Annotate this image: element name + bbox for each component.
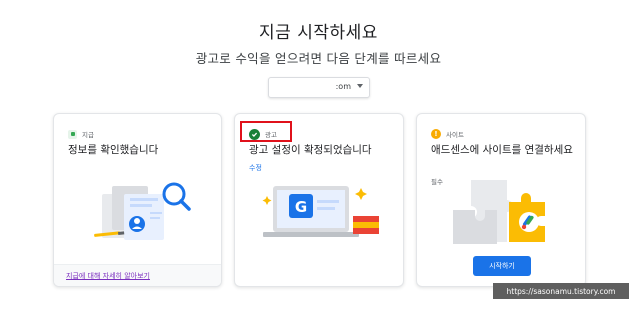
card-title: 광고 설정이 확정되었습니다 [249, 144, 372, 156]
start-site-button[interactable]: 시작하기 [473, 256, 531, 276]
site-step-card: ! 사이트 애드센스에 사이트를 연결하세요 필수 시작하기 [416, 113, 586, 287]
payment-illustration [94, 182, 191, 240]
required-label: 필수 [431, 178, 443, 186]
step-label: 지급 [82, 131, 94, 139]
page-subtitle: 광고로 수익을 얻으려면 다음 단계를 따르세요 [195, 51, 442, 66]
ads-illustration: G [262, 186, 379, 237]
highlight-box [240, 121, 292, 142]
site-selector-dropdown[interactable]: :om [268, 77, 370, 98]
step-header: ! 사이트 [431, 128, 464, 140]
card-title: 정보를 확인했습니다 [68, 144, 159, 156]
payment-step-card: 지급 정보를 확인했습니다 지급에 대해 자세히 알아보기 [53, 113, 222, 287]
step-label: 사이트 [446, 131, 464, 139]
dropdown-caret-icon [357, 84, 363, 88]
card-footer: 지급에 대해 자세히 알아보기 [54, 264, 221, 286]
edit-ads-link[interactable]: 수정 [249, 163, 262, 173]
svg-text:G: G [295, 198, 307, 216]
site-illustration [453, 180, 545, 244]
site-selector-value: :om [335, 82, 351, 91]
payment-step-icon [68, 129, 77, 139]
page-title: 지금 시작하세요 [259, 23, 378, 43]
watermark: https://sasonamu.tistory.com [493, 283, 629, 299]
step-header: 지급 [68, 128, 94, 140]
learn-more-payment-link[interactable]: 지급에 대해 자세히 알아보기 [66, 271, 150, 281]
card-title: 애드센스에 사이트를 연결하세요 [431, 144, 573, 156]
warning-icon: ! [431, 129, 441, 139]
